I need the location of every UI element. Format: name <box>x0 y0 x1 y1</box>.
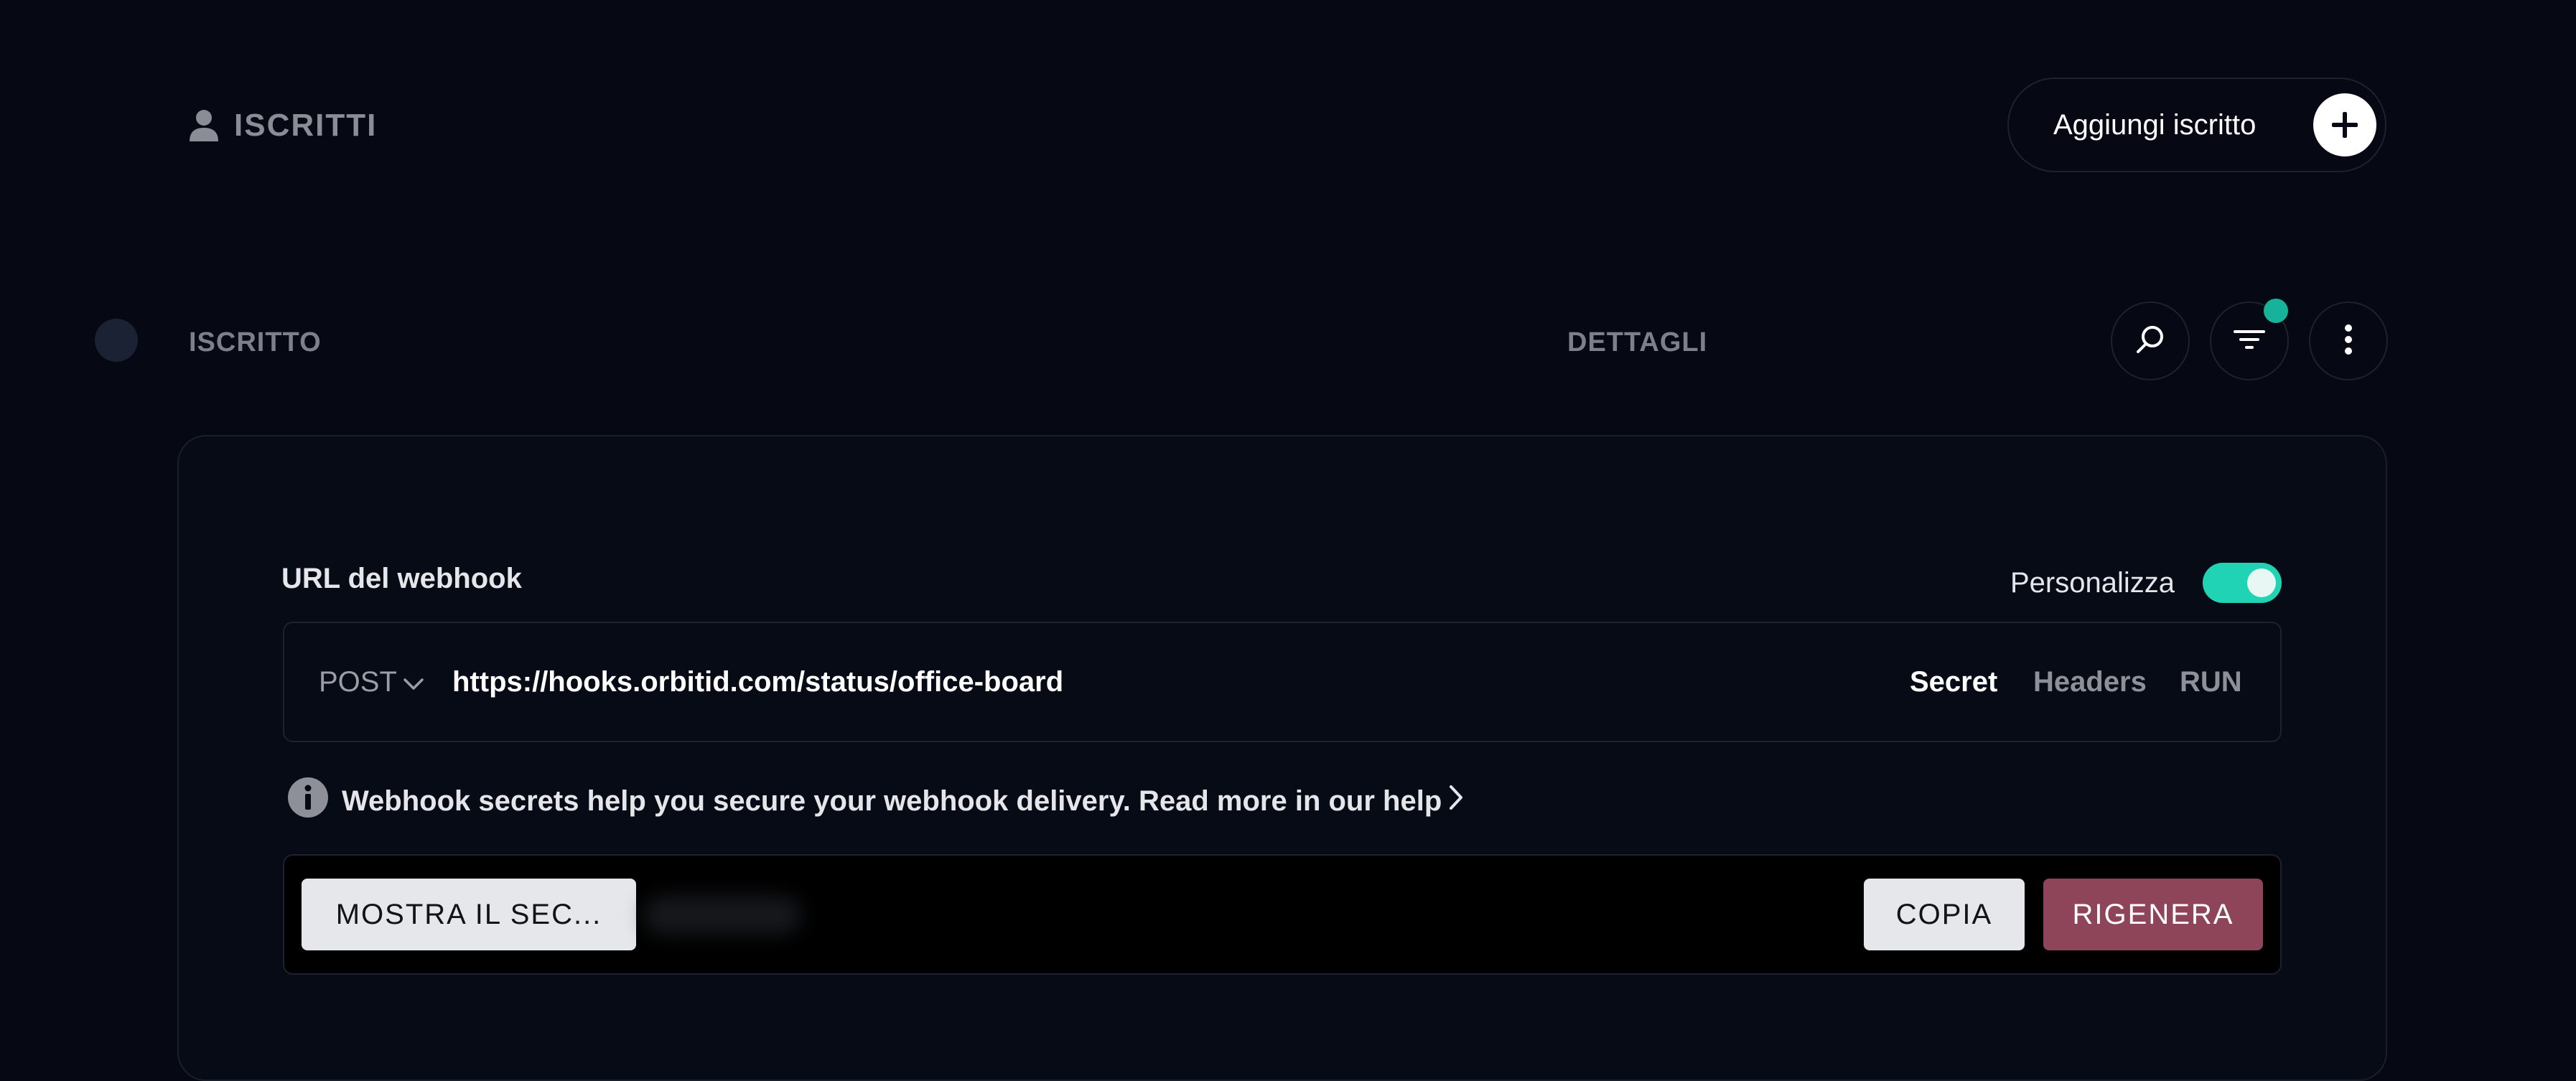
hidden-secret-value <box>643 896 801 935</box>
more-options-button[interactable] <box>2309 301 2388 380</box>
user-icon <box>188 108 220 143</box>
chevron-right-icon[interactable] <box>1447 784 1465 818</box>
customize-label: Personalizza <box>2010 566 2175 599</box>
select-all-checkbox[interactable] <box>95 319 138 362</box>
webhook-url-input[interactable]: https://hooks.orbitid.com/status/office-… <box>452 660 1063 703</box>
filter-active-badge <box>2264 299 2288 323</box>
method-value: POST <box>319 665 397 698</box>
regenerate-button[interactable]: RIGENERA <box>2043 879 2263 950</box>
more-vertical-icon <box>2344 324 2353 359</box>
search-icon <box>2134 323 2167 360</box>
info-text[interactable]: Webhook secrets help you secure your web… <box>342 785 1442 818</box>
chevron-down-icon <box>403 666 424 698</box>
webhook-info-message: Webhook secrets help you secure your web… <box>287 777 1465 825</box>
show-secret-button[interactable]: MOSTRA IL SEC... <box>302 879 636 950</box>
method-select[interactable]: POST <box>319 660 424 703</box>
toggle-knob <box>2247 568 2276 597</box>
plus-icon <box>2313 93 2376 156</box>
tab-run[interactable]: RUN <box>2180 660 2242 703</box>
customize-toggle[interactable] <box>2203 563 2282 603</box>
info-icon <box>287 777 329 825</box>
page-title-text: ISCRITTI <box>234 108 378 143</box>
webhook-url-label: URL del webhook <box>281 562 522 594</box>
filter-icon <box>2232 327 2267 355</box>
subscriber-card <box>177 435 2387 1081</box>
page-title: ISCRITTI <box>188 100 377 151</box>
tab-headers[interactable]: Headers <box>2033 660 2147 703</box>
add-subscriber-label: Aggiungi iscritto <box>2053 108 2257 141</box>
tab-secret[interactable]: Secret <box>1910 660 1997 703</box>
column-header-details[interactable]: DETTAGLI <box>1567 324 1707 360</box>
search-button[interactable] <box>2111 301 2190 380</box>
copy-button[interactable]: COPIA <box>1864 879 2025 950</box>
column-header-subscriber[interactable]: ISCRITTO <box>189 324 322 360</box>
add-subscriber-button[interactable]: Aggiungi iscritto <box>2007 78 2386 172</box>
